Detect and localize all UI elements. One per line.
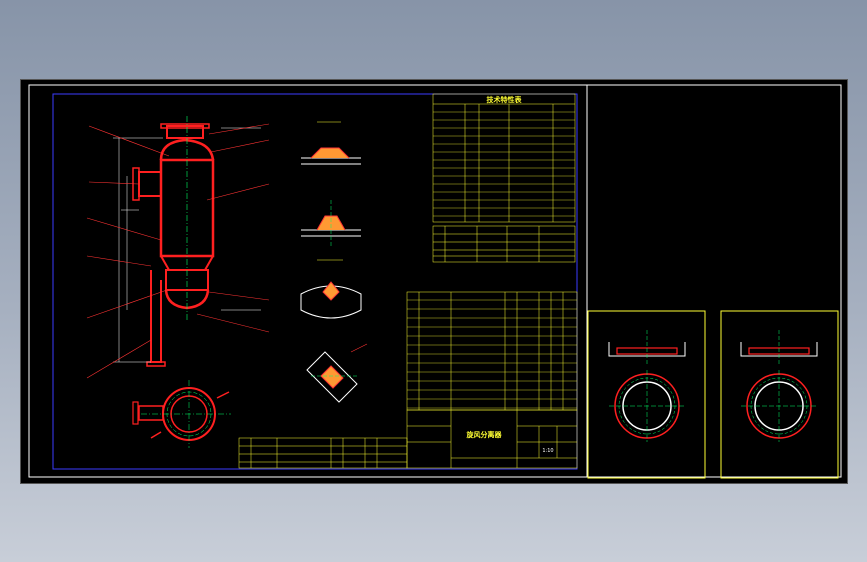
title-block: [406, 409, 578, 469]
tech-table: [432, 93, 576, 223]
weld-detail-3: [300, 259, 362, 319]
weld-detail-4: [306, 343, 368, 403]
flange-view-left: [608, 330, 686, 442]
part-leaders: [86, 123, 270, 379]
top-view-nozzle: [138, 405, 164, 421]
drawing-scale: 1:10: [542, 448, 553, 454]
top-view: [132, 380, 231, 448]
drain-pipe: [150, 270, 162, 363]
drawing-title: 旋风分离器: [466, 430, 503, 439]
main-sheet-border: [52, 93, 578, 470]
parts-list-rows: [407, 299, 577, 409]
flange-sheet-right: [720, 310, 839, 479]
cad-viewport[interactable]: 技术特性表 旋风分离器 1:10: [20, 79, 848, 484]
right-sheet-frame: [586, 84, 842, 478]
small-parts-table: [238, 437, 408, 469]
side-inlet-pipe: [138, 171, 162, 197]
nozzle-table: [432, 225, 576, 263]
flange-sheet-left: [587, 310, 706, 479]
top-view-nozzle-flange: [132, 401, 139, 425]
weld-detail-2: [301, 200, 361, 246]
tech-table-rows: [433, 111, 575, 217]
flange-view-right: [740, 330, 818, 442]
front-view: [86, 116, 270, 379]
tech-table-title: 技术特性表: [487, 95, 523, 104]
parts-list: [406, 291, 578, 411]
drain-flange: [146, 361, 166, 367]
weld-detail-1: [301, 121, 361, 165]
engineering-drawing: 技术特性表 旋风分离器 1:10: [28, 84, 842, 479]
